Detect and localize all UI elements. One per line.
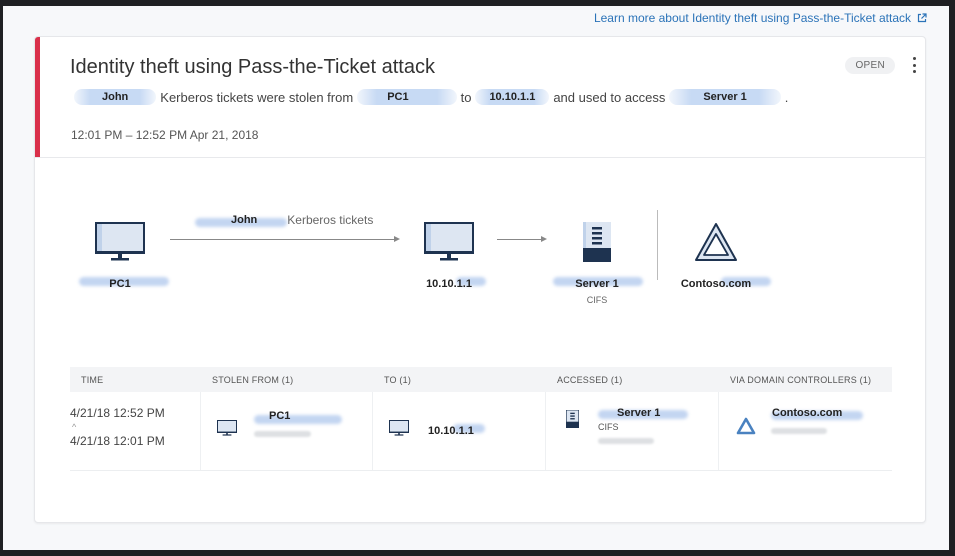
monitor-icon	[217, 420, 237, 436]
alert-description: John Kerberos tickets were stolen from P…	[70, 89, 788, 105]
edge-user-label[interactable]: John	[195, 214, 287, 227]
arrow-stolen	[170, 236, 400, 242]
graph-node-resource[interactable]: Server 1 CIFS	[547, 222, 647, 305]
attack-graph: PC1 John Kerberos tickets 10.10.1.1 Serv…	[35, 158, 925, 348]
desc-text-2: to	[460, 89, 472, 105]
accessed-value: Server 1	[617, 407, 661, 419]
monitor-icon	[424, 222, 474, 261]
server-icon	[583, 222, 611, 262]
graph-node-label: Contoso.com	[680, 278, 752, 290]
severity-indicator	[35, 37, 40, 157]
col-header-time: TIME	[81, 374, 104, 385]
learn-more-label: Learn more about Identity theft using Pa…	[593, 11, 911, 25]
monitor-icon	[389, 420, 409, 436]
redacted-bar	[598, 438, 654, 444]
user-entity-link[interactable]: John	[74, 89, 157, 105]
destination-entity-link[interactable]: 10.10.1.1	[475, 89, 550, 105]
graph-node-label: PC1	[109, 278, 131, 290]
graph-node-destination[interactable]: 10.10.1.1	[409, 222, 489, 292]
table-header: TIME STOLEN FROM (1) TO (1) ACCESSED (1)…	[70, 367, 892, 392]
graph-divider	[657, 210, 658, 280]
domain-controller-icon	[695, 223, 737, 261]
stolen-from-value: PC1	[269, 410, 291, 422]
redacted-bar	[254, 415, 342, 424]
col-header-accessed: ACCESSED (1)	[557, 374, 623, 385]
alert-details-table: TIME STOLEN FROM (1) TO (1) ACCESSED (1)…	[70, 367, 892, 471]
accessed-cell[interactable]: Server 1 CIFS	[546, 392, 719, 470]
domain-controller-icon	[736, 417, 756, 435]
redacted-bar	[254, 431, 311, 437]
to-value: 10.10.1.1	[428, 425, 474, 437]
caret-icon: ^	[72, 422, 77, 432]
time-start: 4/21/18 12:01 PM	[70, 434, 165, 448]
col-header-stolen-from: STOLEN FROM (1)	[212, 374, 294, 385]
more-options-button[interactable]	[909, 55, 919, 75]
alert-title: Identity theft using Pass-the-Ticket att…	[70, 56, 435, 78]
source-entity-link[interactable]: PC1	[357, 89, 457, 105]
monitor-icon	[95, 222, 145, 261]
resource-entity-link[interactable]: Server 1	[669, 89, 781, 105]
alert-time-range: 12:01 PM – 12:52 PM Apr 21, 2018	[71, 128, 259, 142]
via-dc-value: Contoso.com	[772, 407, 843, 419]
time-end: 4/21/18 12:52 PM	[70, 406, 165, 420]
time-cell: 4/21/18 12:52 PM ^ 4/21/18 12:01 PM	[70, 392, 201, 470]
server-icon	[566, 410, 579, 428]
stolen-from-cell[interactable]: PC1	[201, 392, 373, 470]
graph-node-domain[interactable]: Contoso.com	[671, 222, 771, 292]
more-dot	[912, 57, 916, 60]
table-row: 4/21/18 12:52 PM ^ 4/21/18 12:01 PM PC1	[70, 392, 892, 471]
edge-label: John Kerberos tickets	[195, 213, 373, 227]
external-link-icon	[917, 13, 927, 23]
col-header-to: TO (1)	[384, 374, 412, 385]
redacted-bar	[771, 428, 827, 434]
desc-end: .	[784, 89, 789, 105]
to-cell[interactable]: 10.10.1.1	[373, 392, 546, 470]
arrow-accessed	[497, 236, 547, 242]
accessed-sub: CIFS	[598, 422, 619, 432]
graph-node-sub: CIFS	[586, 295, 608, 305]
graph-node-source[interactable]: PC1	[79, 222, 170, 292]
status-badge: OPEN	[845, 57, 895, 74]
via-dc-cell[interactable]: Contoso.com	[719, 392, 892, 470]
graph-node-label: Server 1	[575, 278, 619, 290]
page-frame: Learn more about Identity theft using Pa…	[3, 6, 949, 550]
col-header-via-dc: VIA DOMAIN CONTROLLERS (1)	[730, 374, 872, 385]
learn-more-link[interactable]: Learn more about Identity theft using Pa…	[594, 11, 927, 25]
edge-text: Kerberos tickets	[287, 213, 374, 227]
more-dot	[912, 63, 916, 67]
alert-card: Identity theft using Pass-the-Ticket att…	[34, 36, 926, 523]
alert-header: Identity theft using Pass-the-Ticket att…	[35, 37, 925, 158]
more-dot	[912, 70, 916, 73]
graph-node-label: 10.10.1.1	[426, 278, 472, 290]
desc-text-1: Kerberos tickets were stolen from	[160, 89, 354, 105]
desc-text-3: and used to access	[553, 89, 666, 105]
